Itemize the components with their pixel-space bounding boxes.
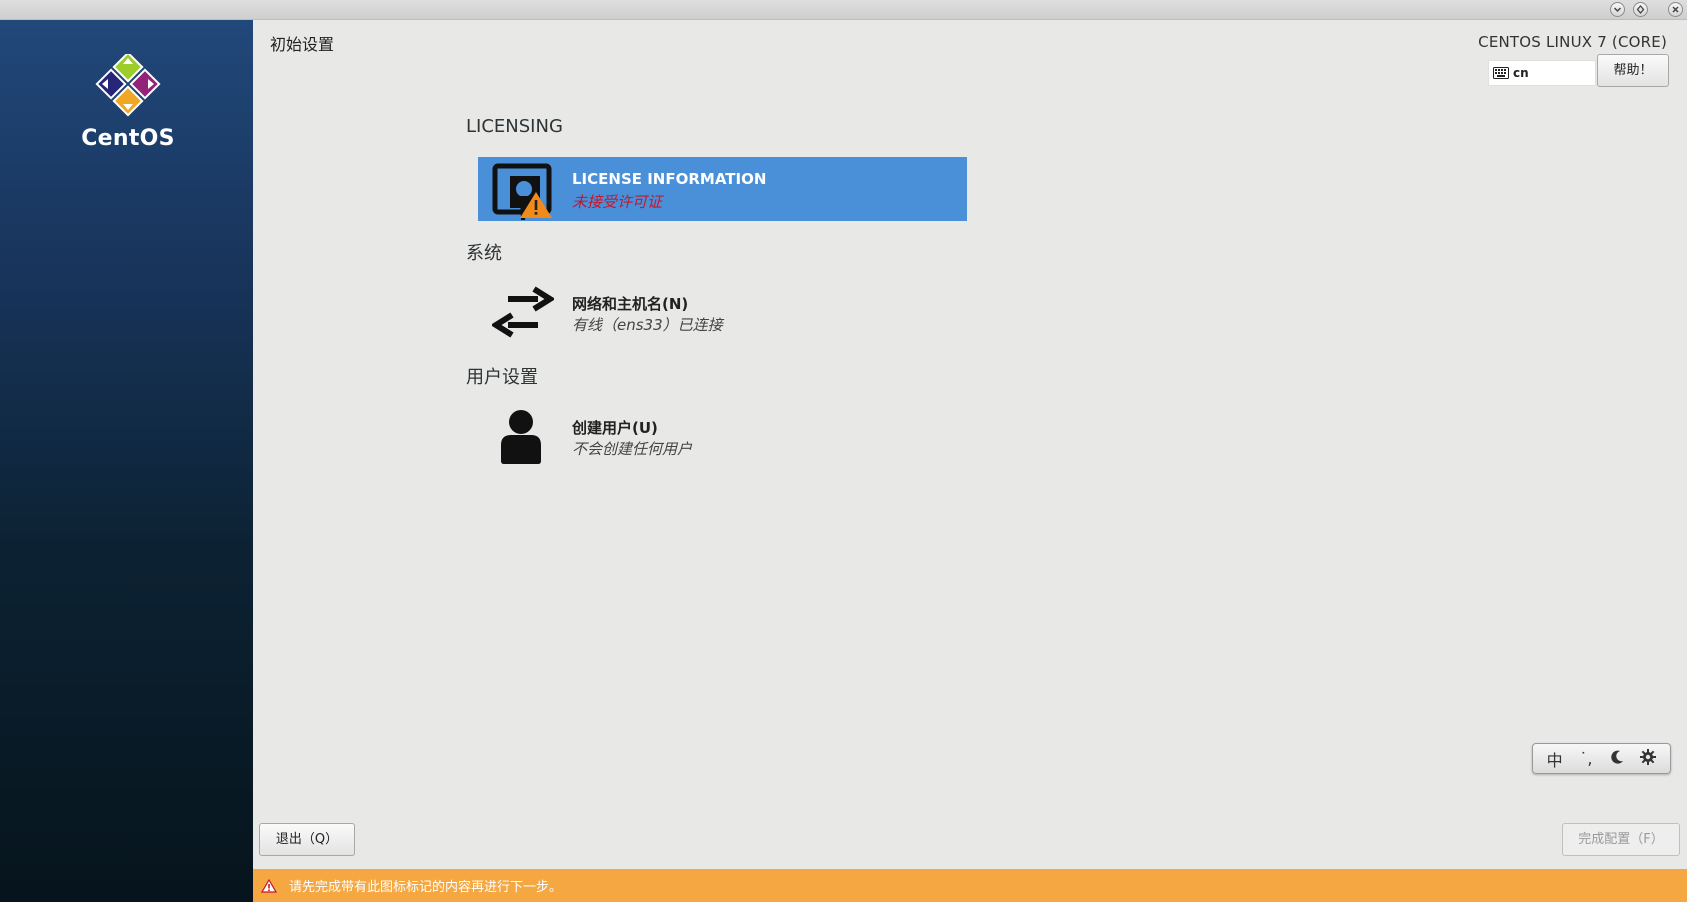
window-titlebar xyxy=(0,0,1687,20)
section-title-system: 系统 xyxy=(466,243,502,264)
spoke-title: 创建用户(U) xyxy=(572,419,658,437)
keyboard-layout-indicator[interactable]: cn xyxy=(1488,60,1596,86)
spoke-create-user[interactable]: 创建用户(U) 不会创建任何用户 xyxy=(478,404,967,468)
initial-setup-window: CentOS 初始设置 CENTOS LINUX 7 (CORE) cn 帮助！… xyxy=(0,0,1687,902)
restore-button[interactable] xyxy=(1633,2,1648,17)
warning-icon xyxy=(261,878,277,893)
finish-configuration-button[interactable]: 完成配置（F） xyxy=(1562,823,1680,856)
ime-fullwidth-toggle[interactable] xyxy=(1606,749,1628,769)
warning-bar: 请先完成带有此图标标记的内容再进行下一步。 xyxy=(253,869,1687,902)
license-warning-icon xyxy=(492,162,554,220)
minimize-button[interactable] xyxy=(1610,2,1625,17)
spoke-status: 有线（ens33）已连接 xyxy=(572,316,723,334)
restore-icon xyxy=(1636,5,1645,14)
spoke-title: LICENSE INFORMATION xyxy=(572,170,767,188)
page-title: 初始设置 xyxy=(270,35,335,54)
close-icon xyxy=(1672,6,1679,13)
spoke-license-information[interactable]: LICENSE INFORMATION 未接受许可证 xyxy=(478,157,967,221)
chevron-down-icon xyxy=(1613,7,1622,13)
spoke-status: 不会创建任何用户 xyxy=(572,440,693,458)
ime-mode-toggle[interactable]: 中 xyxy=(1544,747,1566,771)
help-button[interactable]: 帮助！ xyxy=(1597,54,1669,87)
product-name: CENTOS LINUX 7 (CORE) xyxy=(1478,33,1667,51)
input-method-toolbar[interactable]: 中 ˙, xyxy=(1532,743,1671,774)
user-icon xyxy=(492,409,554,467)
spoke-title: 网络和主机名(N) xyxy=(572,295,689,313)
spoke-status: 未接受许可证 xyxy=(572,193,663,211)
close-button[interactable] xyxy=(1668,2,1683,17)
keyboard-layout-label: cn xyxy=(1513,66,1529,80)
quit-button[interactable]: 退出（Q） xyxy=(259,823,355,856)
section-title-user: 用户设置 xyxy=(466,367,538,388)
centos-logo-icon xyxy=(95,51,161,117)
centos-logo: CentOS xyxy=(76,51,180,154)
section-title-licensing: LICENSING xyxy=(466,116,563,137)
moon-icon xyxy=(1611,750,1624,764)
network-arrows-icon xyxy=(490,285,556,343)
logo-text: CentOS xyxy=(81,126,175,151)
keyboard-icon xyxy=(1493,67,1509,79)
ime-punctuation-toggle[interactable]: ˙, xyxy=(1575,749,1597,768)
warning-text: 请先完成带有此图标标记的内容再进行下一步。 xyxy=(289,880,563,895)
gear-icon xyxy=(1640,748,1657,765)
spoke-network-hostname[interactable]: 网络和主机名(N) 有线（ens33）已连接 xyxy=(478,280,967,344)
sidebar: CentOS xyxy=(0,20,253,902)
ime-settings-button[interactable] xyxy=(1637,748,1659,770)
